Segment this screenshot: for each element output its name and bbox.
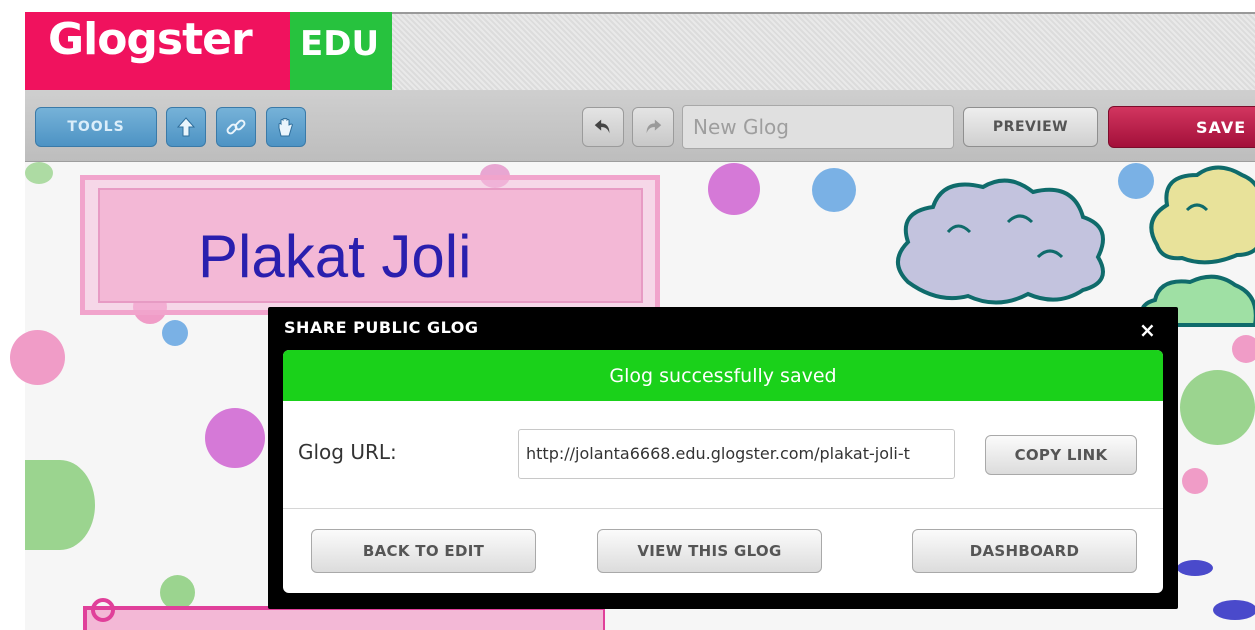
decor-dot [25, 460, 95, 550]
glog-title-text[interactable]: Plakat Joli [198, 222, 471, 291]
copy-link-button[interactable]: COPY LINK [985, 435, 1137, 475]
hand-button[interactable] [266, 107, 306, 147]
view-glog-button[interactable]: VIEW THIS GLOG [597, 529, 822, 573]
edu-badge: EDU [300, 24, 380, 64]
dialog-title: SHARE PUBLIC GLOG [284, 318, 479, 337]
redo-icon [646, 119, 662, 134]
success-banner: Glog successfully saved [283, 350, 1163, 401]
decor-dot [1180, 370, 1255, 445]
decor-dot [1182, 468, 1208, 494]
decor-dot [708, 163, 760, 215]
save-button[interactable]: SAVE [1108, 106, 1255, 148]
decor-dot [10, 330, 65, 385]
decor-dot [1232, 335, 1255, 363]
link-icon [226, 119, 246, 135]
glog-title-input[interactable]: New Glog [682, 105, 954, 149]
decor-dot [812, 168, 856, 212]
glog-url-label: Glog URL: [298, 440, 397, 464]
dashboard-button[interactable]: DASHBOARD [912, 529, 1137, 573]
decor-dot [162, 320, 188, 346]
glog-url-field[interactable]: http://jolanta6668.edu.glogster.com/plak… [518, 429, 955, 479]
glogster-editor: Glogster EDU TOOLS New Glog PREVIEW SAVE [0, 0, 1255, 630]
redo-button[interactable] [632, 107, 674, 147]
undo-button[interactable] [582, 107, 624, 147]
link-button[interactable] [216, 107, 256, 147]
undo-icon [594, 119, 610, 134]
decor-dot [25, 162, 53, 184]
dialog-divider [283, 508, 1163, 509]
preview-button[interactable]: PREVIEW [963, 107, 1098, 147]
back-to-edit-button[interactable]: BACK TO EDIT [311, 529, 536, 573]
cloud-decoration [1177, 560, 1255, 620]
upload-arrow-icon [176, 117, 196, 137]
logo-text: Glogster [48, 14, 253, 65]
cloud-decoration [1149, 165, 1255, 265]
hand-icon [278, 118, 293, 137]
close-icon[interactable]: × [1139, 318, 1156, 342]
tools-button[interactable]: TOOLS [35, 107, 157, 147]
cloud-decoration [896, 178, 1105, 305]
upload-button[interactable] [166, 107, 206, 147]
decor-dot [205, 408, 265, 468]
